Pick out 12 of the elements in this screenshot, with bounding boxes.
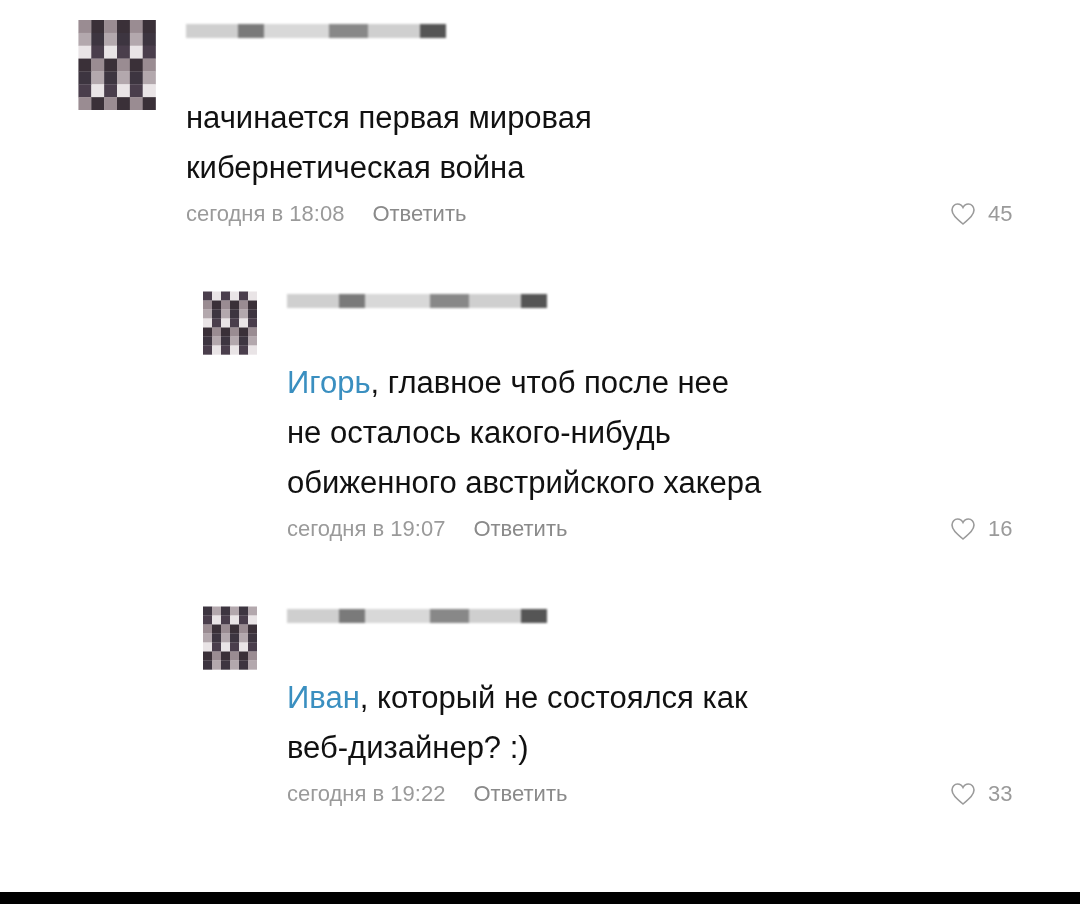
comment-text: Игорь, главное чтоб после нее не осталось какого-нибудь обиженного австрийского хакера [287,364,763,502]
reply-link[interactable]: Ответить [473,512,568,545]
comment-time: сегодня в 19:22 [287,780,446,808]
comment-time: сегодня в 18:08 [186,200,345,228]
like-button[interactable]: 33 [950,777,1020,810]
comment-text: начинается первая мировая кибернетическая война [186,99,593,187]
comment-time: сегодня в 19:07 [287,515,446,543]
reply-link[interactable]: Ответить [372,197,467,230]
reply-link[interactable]: Ответить [473,777,568,810]
comment-text: Иван, который не состоялся как веб-дизайнер? :) [287,679,749,767]
like-button[interactable]: 16 [950,512,1020,545]
like-button[interactable]: 45 [950,197,1020,230]
